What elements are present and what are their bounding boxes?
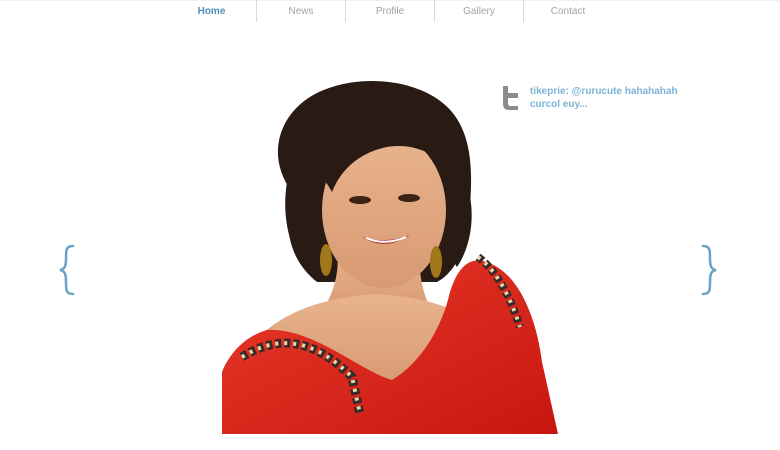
nav-item-news[interactable]: News bbox=[256, 0, 345, 22]
page-bottom bbox=[0, 434, 780, 450]
right-brace-icon[interactable] bbox=[699, 240, 719, 300]
main-nav: Home News Profile Gallery Contact bbox=[167, 0, 612, 22]
nav-item-contact[interactable]: Contact bbox=[523, 0, 612, 22]
left-brace-icon[interactable] bbox=[57, 240, 77, 300]
portrait-image bbox=[222, 80, 558, 434]
nav-item-profile[interactable]: Profile bbox=[345, 0, 434, 22]
nav-item-gallery[interactable]: Gallery bbox=[434, 0, 523, 22]
nav-item-home[interactable]: Home bbox=[167, 0, 256, 22]
